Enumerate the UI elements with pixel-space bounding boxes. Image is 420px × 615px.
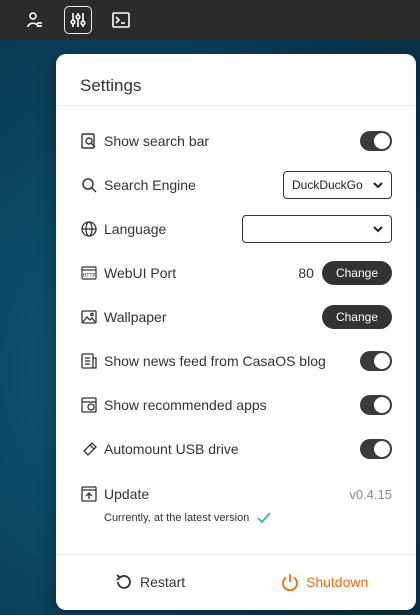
automount-row: Automount USB drive xyxy=(80,432,392,466)
search-icon xyxy=(80,176,98,194)
shutdown-label: Shutdown xyxy=(306,574,369,590)
wallpaper-label: Wallpaper xyxy=(104,309,167,325)
top-bar xyxy=(0,0,420,40)
power-icon xyxy=(282,574,298,592)
news-feed-toggle[interactable] xyxy=(360,351,392,371)
usb-drive-icon xyxy=(80,440,98,458)
search-engine-value: DuckDuckGo xyxy=(292,178,363,192)
chevron-down-icon xyxy=(373,226,383,233)
language-row: Language xyxy=(80,212,392,246)
language-select[interactable] xyxy=(242,215,392,243)
webui-port-value: 80 xyxy=(298,265,314,281)
header-divider xyxy=(56,105,416,106)
language-label: Language xyxy=(104,221,167,237)
search-engine-select[interactable]: DuckDuckGo xyxy=(283,171,392,199)
terminal-icon[interactable] xyxy=(108,7,134,33)
update-status-text: Currently, at the latest version xyxy=(104,512,250,524)
settings-sliders-icon[interactable] xyxy=(64,6,92,34)
recommended-apps-label: Show recommended apps xyxy=(104,397,267,413)
check-icon xyxy=(257,512,271,524)
restart-button[interactable]: Restart xyxy=(114,572,185,592)
chevron-down-icon xyxy=(373,182,383,189)
footer-divider xyxy=(56,554,416,555)
search-bar-row: Show search bar xyxy=(80,124,392,158)
search-engine-row: Search Engine DuckDuckGo xyxy=(80,168,392,202)
user-icon[interactable] xyxy=(22,7,48,33)
image-icon xyxy=(80,308,98,326)
shutdown-button[interactable]: Shutdown xyxy=(280,572,368,592)
restart-icon xyxy=(116,574,131,589)
news-icon xyxy=(80,352,98,370)
search-engine-label: Search Engine xyxy=(104,177,196,193)
news-feed-label: Show news feed from CasaOS blog xyxy=(104,353,326,369)
update-icon xyxy=(80,485,98,503)
update-status: Currently, at the latest version xyxy=(104,512,271,524)
restart-label: Restart xyxy=(140,574,186,590)
panel-title: Settings xyxy=(80,76,142,95)
recommended-apps-row: Show recommended apps xyxy=(80,388,392,422)
settings-panel: Settings Show search bar Search Engine D… xyxy=(56,54,416,610)
search-bar-label: Show search bar xyxy=(104,133,210,149)
http-icon: HTTP xyxy=(80,264,98,282)
webui-port-row: HTTP WebUI Port 80 Change xyxy=(80,256,392,290)
webui-port-label: WebUI Port xyxy=(104,265,177,281)
news-feed-row: Show news feed from CasaOS blog xyxy=(80,344,392,378)
recommended-apps-toggle[interactable] xyxy=(360,395,392,415)
globe-icon xyxy=(80,220,98,238)
automount-toggle[interactable] xyxy=(360,439,392,459)
svg-text:HTTP: HTTP xyxy=(83,273,96,279)
change-wallpaper-button[interactable]: Change xyxy=(321,305,392,329)
version-text: v0.4.15 xyxy=(349,486,392,502)
wallpaper-row: Wallpaper Change xyxy=(80,300,392,334)
apps-window-icon xyxy=(80,396,98,414)
search-bar-icon xyxy=(80,132,98,150)
update-label: Update xyxy=(104,486,150,502)
automount-label: Automount USB drive xyxy=(104,441,239,457)
search-bar-toggle[interactable] xyxy=(360,131,392,151)
change-port-button[interactable]: Change xyxy=(321,261,392,285)
update-row: Update v0.4.15 xyxy=(80,477,392,511)
